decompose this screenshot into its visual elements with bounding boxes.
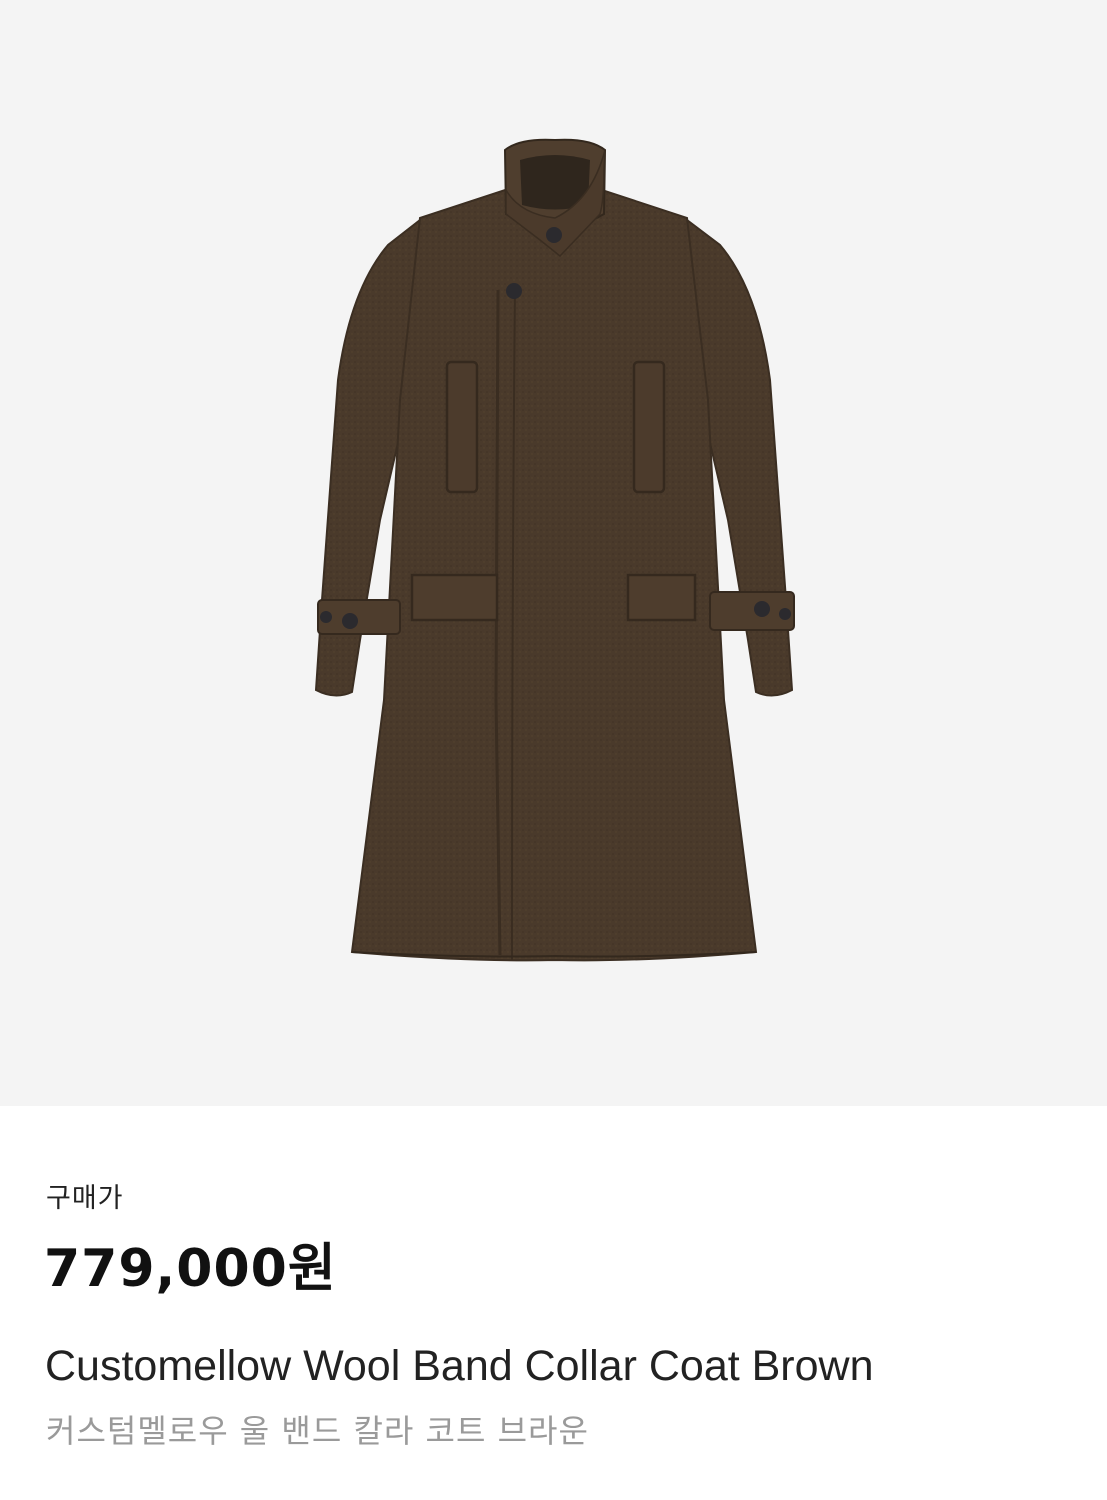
product-page: 구매가 779,000원 Customellow Wool Band Colla… xyxy=(0,0,1107,1500)
product-image[interactable] xyxy=(0,0,1107,1106)
button-chest xyxy=(506,283,522,299)
product-info: 구매가 779,000원 Customellow Wool Band Colla… xyxy=(0,1106,1107,1500)
coat-illustration xyxy=(314,138,795,962)
product-name-ko[interactable]: 커스텀멜로우 울 밴드 칼라 코트 브라운 xyxy=(46,1406,589,1452)
product-name-en[interactable]: Customellow Wool Band Collar Coat Brown xyxy=(45,1342,874,1391)
button-collar xyxy=(546,227,562,243)
price-value: 779,000원 xyxy=(44,1239,337,1299)
price-label: 구매가 xyxy=(46,1183,124,1214)
